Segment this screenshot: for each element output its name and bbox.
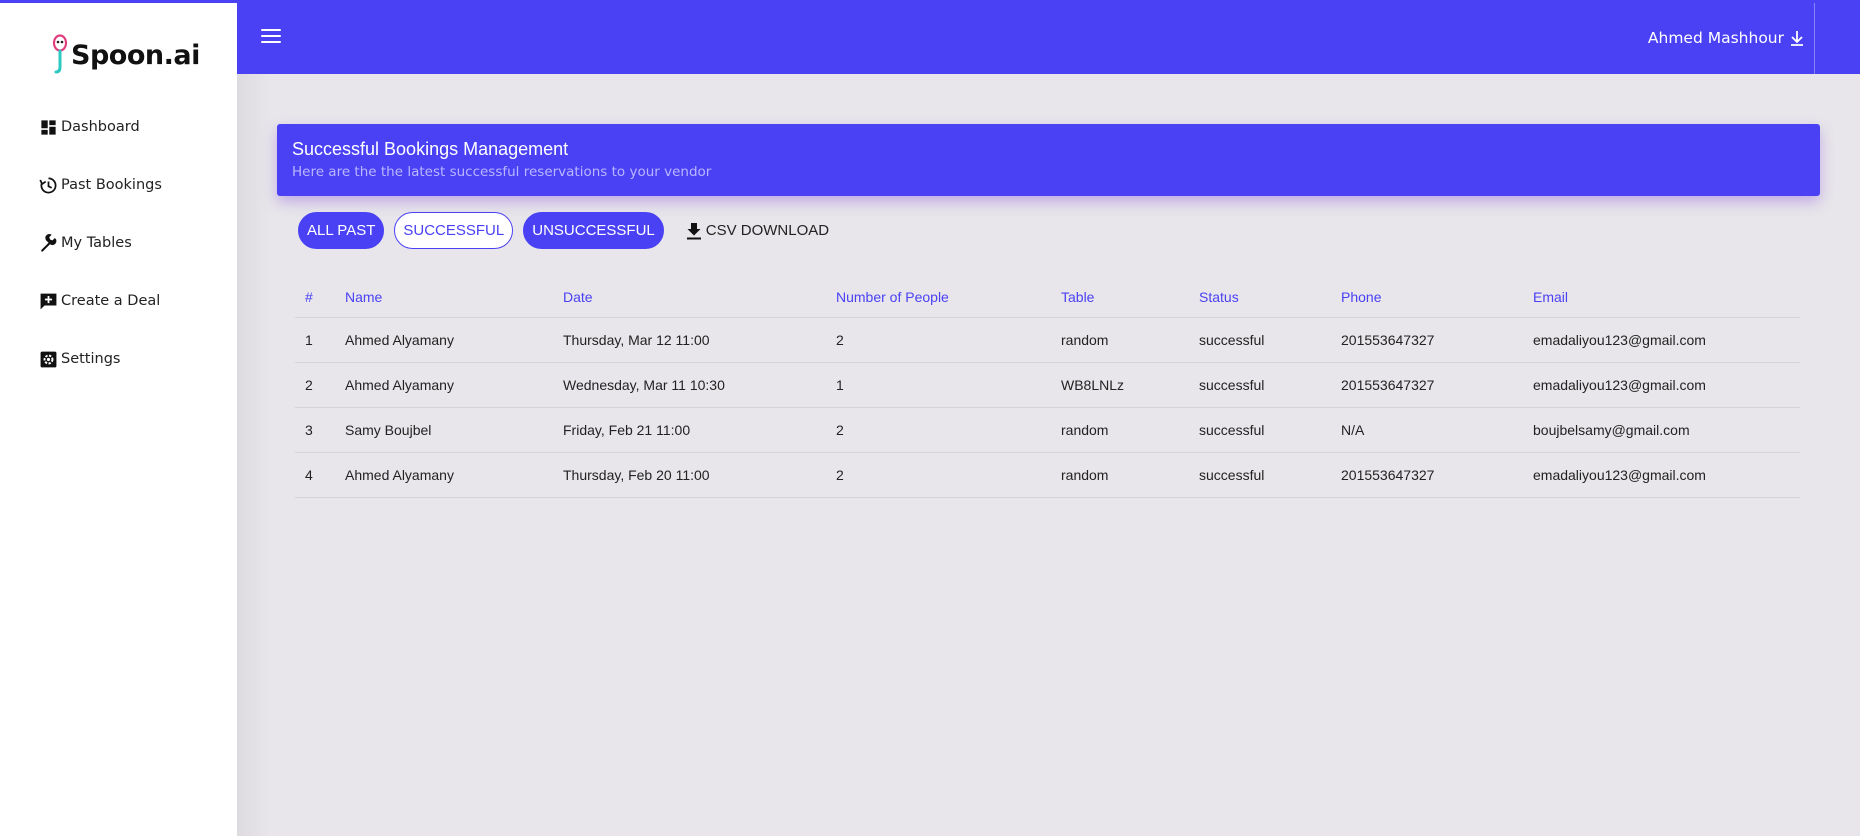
sidebar: Spoon.ai Dashboard Past Bookings My Tabl… — [0, 3, 237, 836]
sidebar-item-dashboard[interactable]: Dashboard — [39, 98, 162, 156]
sidebar-item-label: Past Bookings — [61, 177, 162, 193]
top-app-bar: Ahmed Mashhour — [237, 3, 1860, 74]
guest-name: Samy Boujbel — [345, 422, 432, 438]
guest-phone: N/A — [1341, 422, 1365, 438]
booking-status: successful — [1199, 467, 1265, 483]
user-menu[interactable]: Ahmed Mashhour — [1648, 29, 1804, 47]
column-header[interactable]: # — [305, 276, 313, 317]
row-index: 4 — [305, 467, 313, 483]
content-shadow — [237, 74, 271, 836]
booking-date: Wednesday, Mar 11 10:30 — [563, 377, 725, 393]
sidebar-item-label: Dashboard — [61, 119, 140, 135]
booking-status: successful — [1199, 377, 1265, 393]
guest-name: Ahmed Alyamany — [345, 332, 454, 348]
wrench-icon — [41, 233, 57, 252]
csv-download-label: CSV DOWNLOAD — [705, 222, 830, 239]
table-name: WB8LNLz — [1061, 377, 1125, 393]
guest-name: Ahmed Alyamany — [345, 467, 454, 483]
column-header[interactable]: Status — [1199, 276, 1239, 317]
csv-download-button[interactable]: CSV DOWNLOAD — [686, 222, 829, 240]
guest-phone: 201553647327 — [1341, 377, 1435, 393]
sidebar-item-label: My Tables — [61, 235, 132, 251]
user-name: Ahmed Mashhour — [1647, 29, 1784, 47]
gear-icon — [40, 351, 57, 367]
people-count: 2 — [836, 332, 844, 348]
sidebar-item-my-tables[interactable]: My Tables — [39, 214, 162, 272]
guest-email: emadaliyou123@gmail.com — [1533, 467, 1706, 483]
table-name: random — [1061, 422, 1109, 438]
guest-phone: 201553647327 — [1341, 467, 1435, 483]
history-icon — [39, 177, 57, 193]
table-row[interactable]: 3 Samy Boujbel Friday, Feb 21 11:00 2 ra… — [295, 408, 1800, 453]
table-name: random — [1061, 332, 1109, 348]
sidebar-item-past-bookings[interactable]: Past Bookings — [39, 156, 162, 214]
booking-status: successful — [1199, 422, 1265, 438]
guest-email: boujbelsamy@gmail.com — [1533, 422, 1690, 438]
table-header-row: # Name Date Number of People Table Statu… — [295, 276, 1800, 318]
header-divider — [1814, 3, 1815, 74]
page-header-card: Successful Bookings Management Here are … — [277, 124, 1820, 196]
spoon-logo-icon — [52, 34, 68, 74]
page-subtitle: Here are the the latest successful reser… — [292, 164, 712, 180]
row-index: 1 — [305, 332, 313, 348]
download-arrow-icon — [1791, 31, 1803, 46]
guest-name: Ahmed Alyamany — [345, 377, 454, 393]
filter-all-past-button[interactable]: ALL PAST — [298, 212, 385, 249]
people-count: 1 — [836, 377, 844, 393]
people-count: 2 — [836, 422, 844, 438]
page-title: Successful Bookings Management — [292, 139, 569, 159]
download-icon — [686, 222, 701, 239]
people-count: 2 — [836, 467, 844, 483]
column-header[interactable]: Date — [563, 276, 593, 317]
column-header[interactable]: Phone — [1341, 276, 1381, 317]
row-index: 2 — [305, 377, 313, 393]
brand-logo[interactable]: Spoon.ai — [52, 33, 200, 77]
booking-date: Thursday, Feb 20 11:00 — [563, 467, 710, 483]
table-name: random — [1061, 467, 1109, 483]
sidebar-item-label: Create a Deal — [61, 293, 161, 309]
sidebar-item-create-deal[interactable]: Create a Deal — [39, 272, 162, 330]
bookings-table: # Name Date Number of People Table Statu… — [295, 276, 1800, 498]
table-row[interactable]: 2 Ahmed Alyamany Wednesday, Mar 11 10:30… — [295, 363, 1800, 408]
sidebar-item-label: Settings — [61, 351, 121, 367]
guest-email: emadaliyou123@gmail.com — [1533, 332, 1706, 348]
chat-plus-icon — [40, 293, 57, 309]
booking-date: Friday, Feb 21 11:00 — [563, 422, 691, 438]
row-index: 3 — [305, 422, 313, 438]
sidebar-item-settings[interactable]: Settings — [39, 330, 162, 388]
table-row[interactable]: 1 Ahmed Alyamany Thursday, Mar 12 11:00 … — [295, 318, 1800, 363]
column-header[interactable]: Number of People — [836, 276, 949, 317]
filter-unsuccessful-button[interactable]: UNSUCCESSFUL — [523, 212, 664, 249]
column-header[interactable]: Email — [1533, 276, 1568, 317]
dashboard-icon — [41, 119, 56, 135]
table-row[interactable]: 4 Ahmed Alyamany Thursday, Feb 20 11:00 … — [295, 453, 1800, 498]
column-header[interactable]: Name — [345, 276, 382, 317]
filter-bar: ALL PAST SUCCESSFUL UNSUCCESSFUL CSV DOW… — [298, 212, 829, 249]
guest-phone: 201553647327 — [1341, 332, 1435, 348]
sidebar-nav: Dashboard Past Bookings My Tables Create… — [39, 98, 162, 388]
brand-name: Spoon.ai — [71, 39, 200, 71]
booking-date: Thursday, Mar 12 11:00 — [563, 332, 710, 348]
booking-status: successful — [1199, 332, 1265, 348]
column-header[interactable]: Table — [1061, 276, 1094, 317]
guest-email: emadaliyou123@gmail.com — [1533, 377, 1706, 393]
hamburger-menu-icon[interactable] — [261, 29, 281, 45]
filter-successful-button[interactable]: SUCCESSFUL — [394, 212, 514, 249]
